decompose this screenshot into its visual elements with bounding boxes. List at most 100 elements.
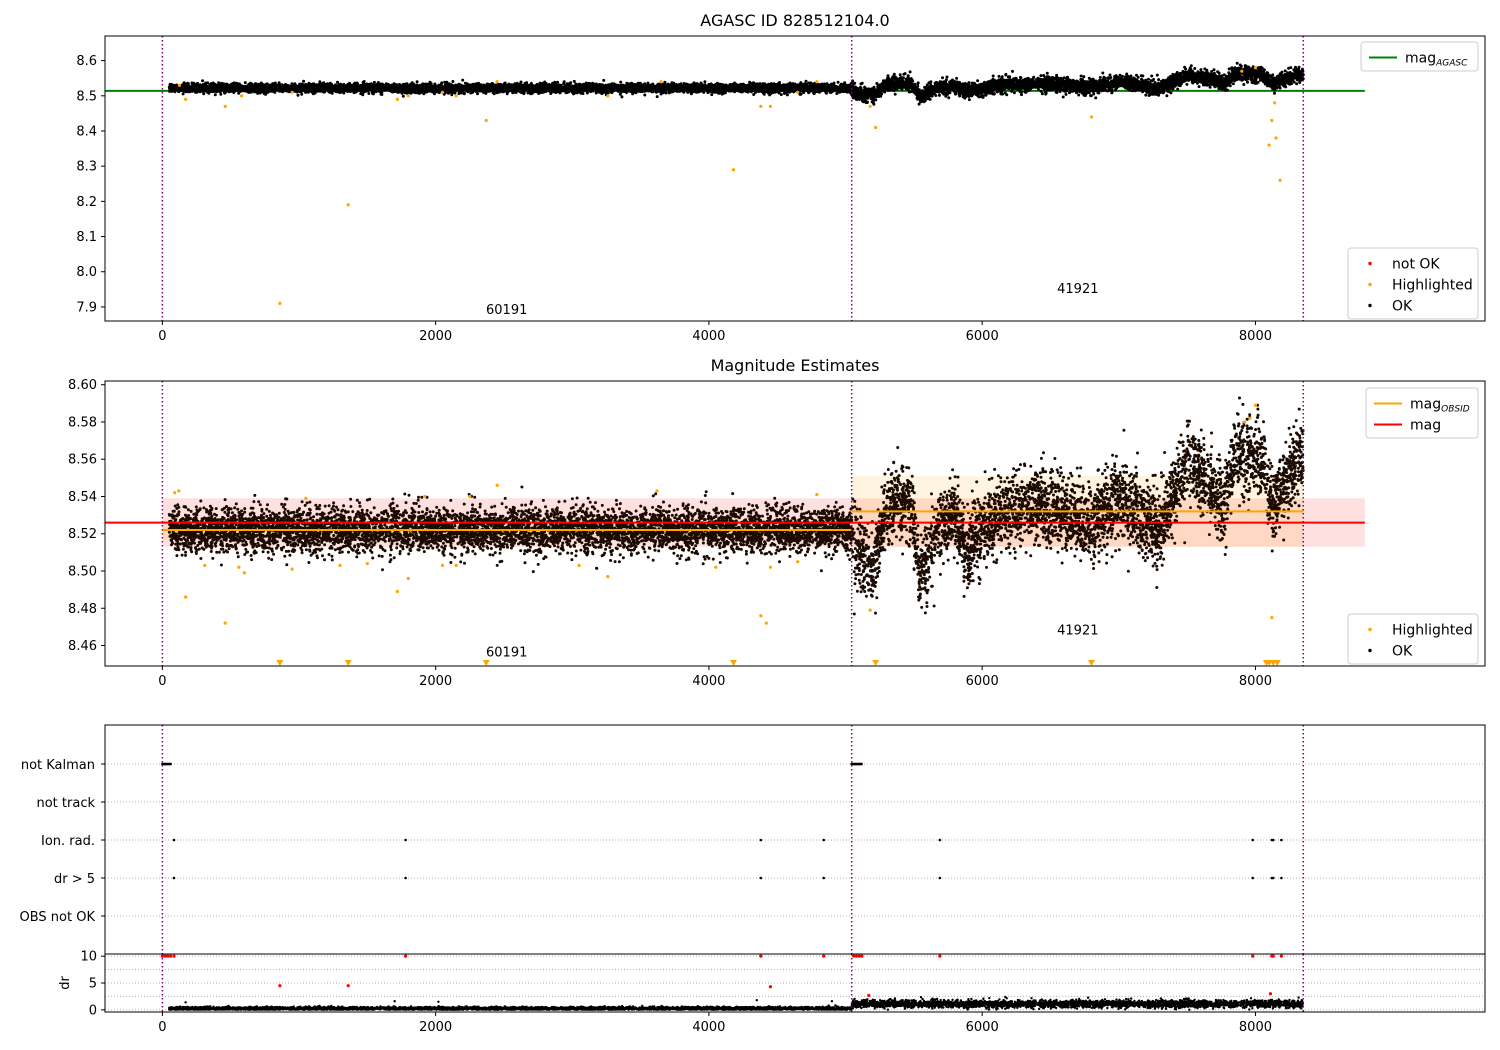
panel2-ytick-label: 8.52 bbox=[68, 527, 97, 542]
panel3-flag-point bbox=[1280, 876, 1283, 880]
panel1-highlighted-point bbox=[278, 301, 282, 306]
panel3-flag-point bbox=[1271, 876, 1275, 880]
panel2-highlighted-clipped-marker bbox=[482, 660, 490, 666]
panel1-ytick-label: 7.9 bbox=[76, 300, 97, 315]
panel2-highlighted-clipped-marker bbox=[276, 660, 284, 666]
panel2-highlighted-point bbox=[395, 589, 399, 594]
panel1-ytick-label: 8.2 bbox=[76, 195, 97, 210]
panel2-highlighted-point bbox=[237, 565, 241, 569]
panel1-highlighted-point bbox=[177, 83, 182, 87]
panel3-flag-point bbox=[938, 838, 942, 842]
panel1-ytick-label: 8.0 bbox=[76, 265, 97, 280]
panel3-flag-point bbox=[938, 876, 942, 880]
panel1-highlighted-point bbox=[868, 104, 872, 108]
panel1-ytick-label: 8.5 bbox=[76, 89, 97, 104]
chart-title-magnitude-estimates: Magnitude Estimates bbox=[711, 356, 880, 375]
panel4-not-ok-point bbox=[1268, 992, 1273, 996]
panel2-lower-legend-dot-swatch bbox=[1368, 627, 1372, 632]
panel2-highlighted-point bbox=[454, 563, 458, 568]
panel1-highlighted-point bbox=[659, 80, 663, 84]
panel4-not-ok-point bbox=[768, 985, 773, 989]
panel2-highlighted-point bbox=[173, 491, 177, 495]
panel2-ytick-label: 8.54 bbox=[68, 490, 97, 505]
panel2-highlighted-point bbox=[338, 563, 342, 568]
panel3-flag-point bbox=[172, 876, 176, 880]
panel2-highlighted-point bbox=[177, 489, 181, 493]
panel1-ytick-label: 8.6 bbox=[76, 54, 97, 69]
panel1-highlighted-point bbox=[1253, 66, 1258, 70]
panel4-not-ok-point bbox=[278, 984, 282, 988]
panel4-ytick-label: 0 bbox=[89, 1003, 97, 1018]
panel2-xtick-label: 2000 bbox=[419, 674, 452, 689]
panel4-ylabel: dr bbox=[58, 976, 73, 990]
panel2-obsid-label: 41921 bbox=[1057, 623, 1098, 638]
panel1-highlighted-point bbox=[1270, 118, 1274, 123]
panel1-highlighted-point bbox=[606, 94, 610, 98]
panel1-highlighted-point bbox=[240, 94, 244, 98]
panel2-lower-legend-dot-swatch bbox=[1368, 648, 1372, 653]
panel1-highlighted-point bbox=[1267, 143, 1271, 147]
panel4-not-ok-point bbox=[938, 954, 942, 958]
panel2-highlighted-point bbox=[223, 621, 227, 625]
panel2-ytick-label: 8.50 bbox=[68, 565, 97, 580]
panel1-highlighted-point bbox=[395, 97, 399, 101]
panel4-not-ok-point bbox=[1279, 954, 1284, 958]
panel4-ok-outlier bbox=[437, 1000, 440, 1003]
panel2-lower-legend-label: Highlighted bbox=[1392, 623, 1473, 639]
panel1-obsid-label: 41921 bbox=[1057, 282, 1098, 297]
panel2-highlighted-point bbox=[868, 608, 872, 612]
panel1-highlighted-point bbox=[1272, 101, 1277, 105]
panel2-xtick-label: 8000 bbox=[1239, 674, 1272, 689]
panel4-not-ok-point bbox=[759, 954, 763, 958]
panel3-flag-point bbox=[404, 876, 407, 880]
panel2-xtick-label: 4000 bbox=[692, 674, 725, 689]
panel1-lower-legend-dot-swatch bbox=[1368, 261, 1372, 266]
panel2-highlighted-clipped-marker bbox=[730, 660, 738, 666]
panel-flags: not Kalman not track Ion. rad. dr > 5 OBS no… bbox=[20, 724, 1486, 955]
panel4-not-ok-point bbox=[854, 954, 859, 958]
panel2-highlighted-clipped-marker bbox=[344, 660, 352, 666]
panel4-not-ok-point bbox=[867, 993, 871, 997]
panel2-highlighted-point bbox=[1242, 420, 1247, 424]
panel2-highlighted-point bbox=[290, 567, 294, 571]
panel2-obsid-label: 60191 bbox=[486, 646, 527, 661]
panel2-ytick-label: 8.56 bbox=[68, 453, 97, 468]
panel2-highlighted-point bbox=[759, 614, 763, 618]
panel1-obsid-label: 60191 bbox=[486, 303, 527, 318]
panel1-ytick-label: 8.4 bbox=[76, 125, 97, 140]
panel2-highlighted-point bbox=[242, 571, 246, 575]
panel4-xtick-label: 8000 bbox=[1239, 1020, 1272, 1035]
panel4-not-ok-point bbox=[346, 984, 350, 988]
panel3-flag-point bbox=[172, 838, 176, 842]
panel2-highlighted-point bbox=[1253, 403, 1258, 407]
panel1-highlighted-point bbox=[731, 168, 736, 172]
panel1-highlighted-point bbox=[346, 203, 350, 207]
panel3-flag-point bbox=[860, 762, 863, 766]
panel2-highlighted-point bbox=[304, 496, 308, 500]
panel1-highlighted-point bbox=[223, 104, 227, 108]
panel1-highlighted-point bbox=[1274, 136, 1278, 140]
panel4-ytick-label: 10 bbox=[80, 950, 97, 965]
panel2-ytick-label: 8.58 bbox=[68, 415, 97, 430]
panel3-flag-point bbox=[404, 838, 407, 842]
panel-magnitude-estimates: 60191 41921 0 2000 4000 6000 8000 8.46 8.48 8.50 8… bbox=[68, 378, 1486, 689]
panel4-not-ok-point bbox=[166, 954, 170, 958]
panel2-highlighted-point bbox=[764, 621, 768, 625]
panel4-ok-outlier bbox=[184, 1001, 187, 1004]
panel4-not-ok-point bbox=[822, 954, 826, 958]
panel2-ytick-label: 8.60 bbox=[68, 378, 97, 393]
panel2-highlighted-point bbox=[655, 489, 659, 493]
panel1-highlighted-point bbox=[484, 118, 488, 123]
panel2-highlighted-point bbox=[203, 563, 207, 568]
panel1-highlighted-point bbox=[768, 104, 773, 108]
panel2-plot-area: 60191 41921 bbox=[105, 381, 1365, 666]
panel1-xtick-label: 4000 bbox=[692, 329, 725, 344]
panel2-highlighted-point bbox=[468, 494, 472, 499]
panel2-xtick-label: 6000 bbox=[966, 674, 999, 689]
panel1-plot-area: 60191 41921 bbox=[105, 36, 1365, 321]
panel2-highlighted-point bbox=[768, 565, 773, 569]
panel4-ytick-label: 5 bbox=[89, 977, 97, 992]
panel3-flag-point bbox=[1271, 838, 1275, 842]
panel2-highlighted-point bbox=[440, 563, 445, 568]
panel4-ok-outlier bbox=[393, 1000, 396, 1003]
